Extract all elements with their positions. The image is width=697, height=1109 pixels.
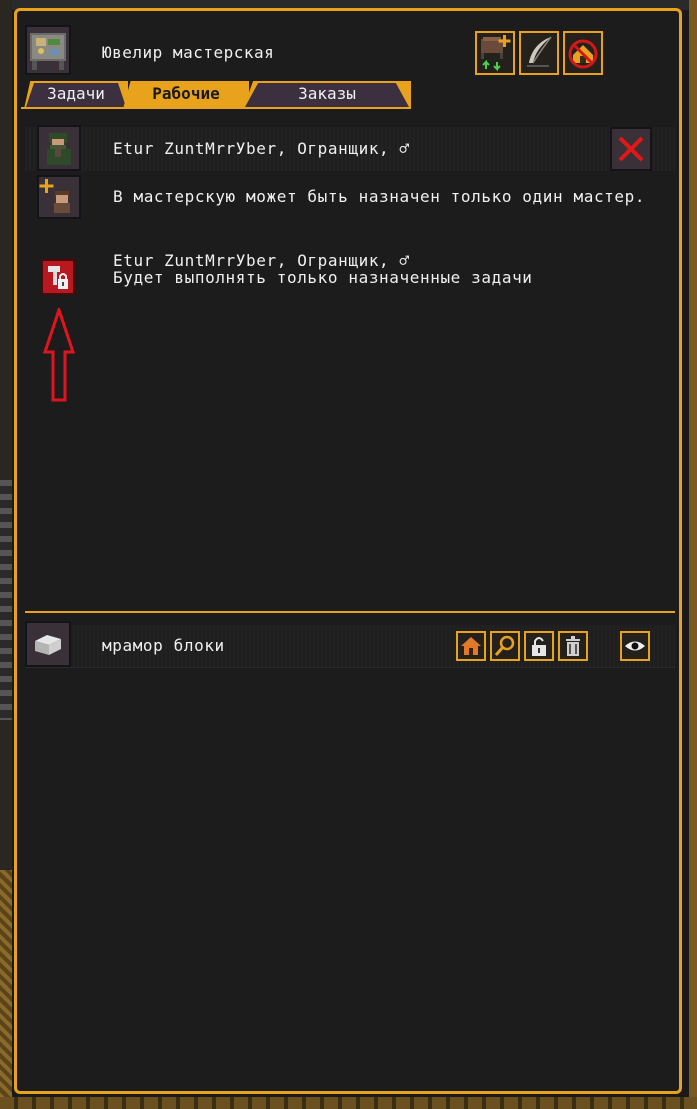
stone-block-icon bbox=[35, 635, 61, 655]
no-house-button[interactable] bbox=[563, 31, 603, 75]
quill-button[interactable] bbox=[519, 31, 559, 75]
tab-workers[interactable]: Рабочие bbox=[123, 81, 249, 109]
material-trash-button[interactable] bbox=[558, 631, 588, 661]
material-house-button[interactable] bbox=[456, 631, 486, 661]
annotation-arrow-icon bbox=[43, 308, 75, 402]
quill-icon bbox=[527, 36, 552, 67]
world-edge-left bbox=[0, 0, 12, 1109]
section-divider bbox=[25, 611, 675, 613]
material-search-button[interactable] bbox=[490, 631, 520, 661]
wall-strip bbox=[0, 480, 12, 720]
unlock-icon bbox=[532, 637, 546, 656]
tab-tasks-label: Задачи bbox=[47, 84, 105, 103]
tab-orders-label: Заказы bbox=[298, 84, 356, 103]
magnifier-icon bbox=[494, 635, 515, 656]
add-worker-icon bbox=[481, 35, 511, 72]
hammer-lock-icon bbox=[48, 266, 68, 289]
eye-icon bbox=[625, 641, 645, 651]
bottom-toolbar-strip bbox=[0, 1097, 697, 1109]
assigned-worker-name[interactable]: Etur ZuntMrrУber, Огранщик, ♂ bbox=[113, 139, 410, 158]
single-master-notice: В мастерскую может быть назначен только … bbox=[113, 187, 646, 206]
close-icon bbox=[618, 136, 644, 162]
tab-tasks-face: Задачи bbox=[26, 83, 126, 107]
material-view-button[interactable] bbox=[620, 631, 650, 661]
workshop-icon bbox=[25, 25, 71, 75]
workshop-title: Ювелир мастерская bbox=[102, 43, 275, 62]
tab-orders[interactable]: Заказы bbox=[243, 81, 411, 109]
tab-tasks[interactable]: Задачи bbox=[24, 81, 128, 109]
tab-workers-face: Рабочие bbox=[125, 83, 247, 107]
workshop-panel: Ювелир мастерская Задачи Рабочие Заказы … bbox=[14, 8, 682, 1094]
trash-icon bbox=[566, 636, 580, 656]
material-row-separator bbox=[25, 667, 675, 668]
no-house-icon bbox=[568, 39, 598, 69]
worker-portrait[interactable] bbox=[37, 125, 81, 171]
house-icon bbox=[461, 637, 481, 655]
add-worker-button[interactable] bbox=[475, 31, 515, 75]
material-label: мрамор блоки bbox=[102, 636, 225, 655]
add-dwarf-icon bbox=[39, 179, 70, 213]
dirt-strip bbox=[0, 870, 12, 1109]
restricted-worker-note: Будет выполнять только назначенные задач… bbox=[113, 268, 533, 287]
assign-worker-button[interactable] bbox=[37, 175, 81, 219]
lock-task-button[interactable] bbox=[41, 259, 75, 295]
material-unlock-button[interactable] bbox=[524, 631, 554, 661]
dwarf-portrait-icon bbox=[47, 133, 71, 165]
remove-worker-button[interactable] bbox=[610, 127, 652, 171]
world-edge-right bbox=[689, 0, 697, 1109]
tab-workers-label: Рабочие bbox=[152, 84, 220, 103]
tabs-underline bbox=[21, 107, 411, 109]
tab-orders-face: Заказы bbox=[245, 83, 409, 107]
material-icon-box bbox=[25, 621, 71, 667]
